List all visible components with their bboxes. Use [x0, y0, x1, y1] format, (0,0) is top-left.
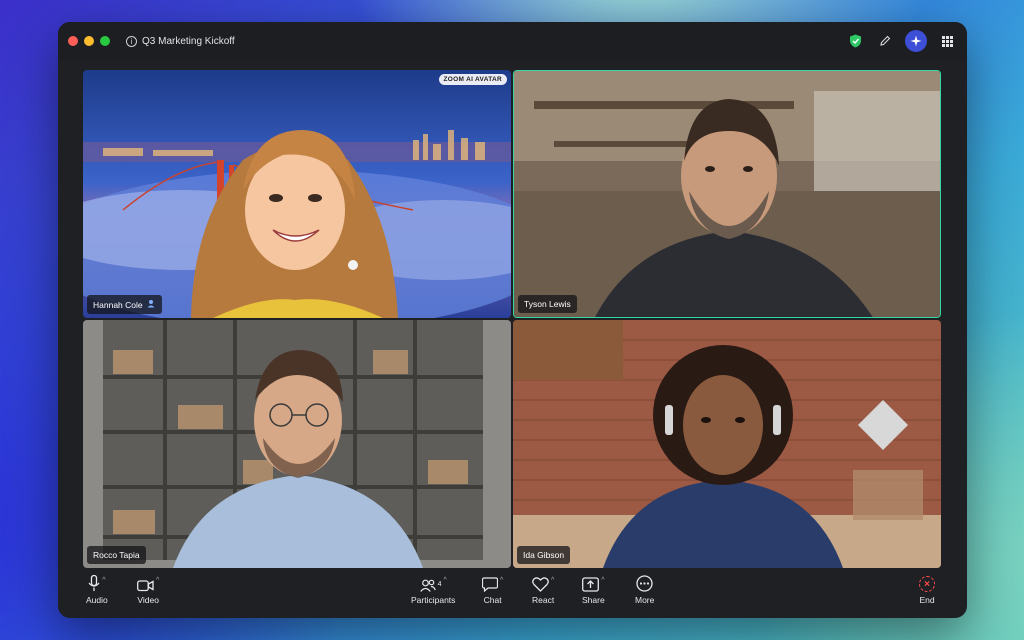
microphone-icon: [88, 575, 100, 591]
video-label: Video: [137, 595, 159, 605]
ai-avatar-badge: ZOOM AI AVATAR: [438, 74, 507, 85]
audio-button[interactable]: ^ Audio: [86, 574, 108, 605]
participant-name-tag: Rocco Tapia: [87, 546, 146, 564]
end-label: End: [919, 595, 935, 605]
share-label: Share: [582, 595, 605, 605]
chevron-up-icon[interactable]: ^: [444, 577, 447, 584]
participant-name: Tyson Lewis: [524, 299, 571, 309]
participants-button[interactable]: 4 ^ Participants: [411, 574, 455, 605]
video-tile-hannah-cole[interactable]: ZOOM AI AVATAR Hannah Cole: [83, 70, 511, 318]
minimize-window-button[interactable]: [84, 36, 94, 46]
video-grid: ZOOM AI AVATAR Hannah Cole Tyson Lewis R…: [83, 70, 941, 568]
audio-label: Audio: [86, 595, 108, 605]
window-controls: [68, 36, 110, 46]
participant-name-tag: Hannah Cole: [87, 295, 162, 314]
share-button[interactable]: ^ Share: [582, 574, 605, 605]
chat-label: Chat: [483, 595, 502, 605]
participants-label: Participants: [411, 595, 456, 605]
apps-grid-icon[interactable]: [937, 31, 957, 51]
avatar-status-icon: [147, 299, 156, 310]
meeting-controls-bar: ^ Audio ^ Video 4 ^ Participants ^ Chat …: [58, 568, 967, 618]
share-screen-icon: [582, 577, 600, 592]
maximize-window-button[interactable]: [100, 36, 110, 46]
participant-name-tag: Ida Gibson: [517, 546, 571, 564]
more-button[interactable]: More: [635, 574, 654, 605]
chevron-up-icon[interactable]: ^: [551, 577, 554, 584]
chevron-up-icon[interactable]: ^: [156, 577, 159, 584]
chevron-up-icon[interactable]: ^: [601, 577, 604, 584]
pencil-icon[interactable]: [875, 31, 895, 51]
info-icon[interactable]: i: [126, 35, 137, 47]
meeting-title: Q3 Marketing Kickoff: [142, 35, 235, 47]
meeting-window: i Q3 Marketing Kickoff ZOOM AI AVATAR Ha…: [58, 22, 967, 618]
more-label: More: [635, 595, 655, 605]
sparkle-icon: [910, 35, 922, 47]
participant-video: [514, 71, 940, 317]
end-call-icon: ×: [919, 576, 935, 592]
participants-icon: [419, 579, 436, 592]
close-window-button[interactable]: [68, 36, 78, 46]
chat-bubble-icon: [482, 577, 498, 592]
participant-name: Rocco Tapia: [93, 550, 140, 560]
participant-video: [513, 320, 941, 568]
shield-icon[interactable]: [845, 31, 865, 51]
react-button[interactable]: ^ React: [532, 574, 554, 605]
avatar-video: [83, 70, 511, 318]
chevron-up-icon[interactable]: ^: [500, 577, 503, 584]
ai-companion-button[interactable]: [905, 30, 927, 52]
participants-count: 4: [437, 581, 442, 588]
more-options-icon: [636, 575, 653, 592]
video-tile-tyson-lewis[interactable]: Tyson Lewis: [513, 70, 941, 318]
video-camera-icon: [137, 580, 154, 592]
participant-name: Hannah Cole: [93, 299, 143, 310]
video-tile-rocco-tapia[interactable]: Rocco Tapia: [83, 320, 511, 568]
chevron-up-icon[interactable]: ^: [102, 577, 105, 584]
chat-button[interactable]: ^ Chat: [482, 574, 503, 605]
react-label: React: [532, 595, 555, 605]
participant-name-tag: Tyson Lewis: [518, 295, 577, 313]
participant-name: Ida Gibson: [523, 550, 565, 560]
heart-icon: [532, 577, 549, 592]
end-meeting-button[interactable]: × End: [919, 574, 935, 605]
participant-video: [83, 320, 511, 568]
title-bar: i Q3 Marketing Kickoff: [58, 22, 967, 60]
video-tile-ida-gibson[interactable]: Ida Gibson: [513, 320, 941, 568]
video-button[interactable]: ^ Video: [137, 574, 159, 605]
